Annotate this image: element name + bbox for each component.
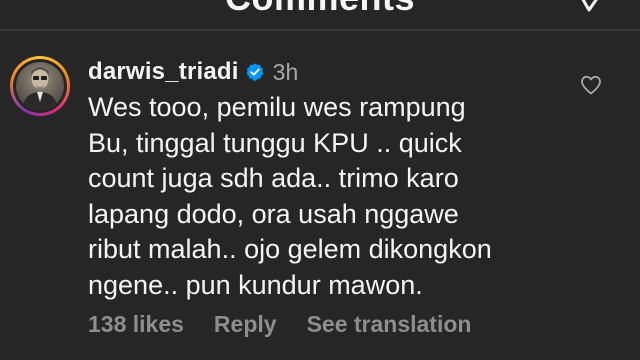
comment-text-line: count juga sdh ada.. trimo karo (88, 163, 459, 193)
comment-text-line: Wes tooo, pemilu wes rampung (88, 92, 466, 122)
avatar[interactable] (10, 56, 70, 116)
comment-text-line: lapang dodo, ora usah nggawe (88, 198, 459, 229)
verified-badge-icon (246, 63, 264, 81)
comments-screen: Comments (0, 0, 640, 360)
comment-text: Wes tooo, pemilu wes rampung Bu, tinggal… (88, 90, 558, 303)
comment-text-line: ribut malah.. ojo gelem dikongkon (88, 234, 492, 264)
likes-count-link[interactable]: 138 likes (88, 311, 184, 338)
see-translation-button[interactable]: See translation (307, 311, 472, 338)
person-icon (22, 67, 58, 110)
comment-item: darwis_triadi 3h Wes tooo, pemilu wes ra… (0, 44, 640, 360)
avatar-photo (16, 62, 64, 110)
comment-header: darwis_triadi 3h (88, 58, 298, 86)
username[interactable]: darwis_triadi (88, 58, 239, 86)
checkmark-icon[interactable] (578, 0, 606, 16)
heart-outline-icon[interactable] (579, 73, 603, 97)
reply-button[interactable]: Reply (214, 311, 277, 338)
comment-text-line: ngene.. pun kundur mawon. (88, 269, 423, 300)
comments-header: Comments (0, 0, 640, 26)
page-title: Comments (0, 0, 640, 18)
header-divider (0, 29, 640, 31)
comment-actions: 138 likes Reply See translation (88, 311, 471, 338)
comment-text-line: Bu, tinggal tunggu KPU .. quick (88, 127, 462, 158)
comment-timestamp: 3h (272, 58, 299, 85)
